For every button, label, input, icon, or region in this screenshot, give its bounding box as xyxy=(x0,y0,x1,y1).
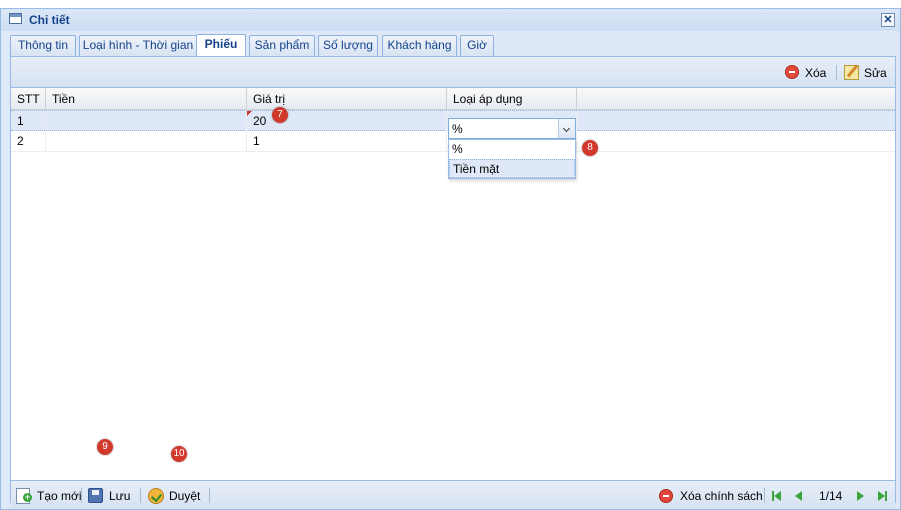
delete-policy-button[interactable]: Xóa chính sách xyxy=(659,487,763,505)
cell-tien[interactable] xyxy=(46,131,247,151)
create-new-label: Tạo mới xyxy=(37,489,82,503)
edit-icon xyxy=(844,65,859,80)
tab-phieu[interactable]: Phiếu xyxy=(196,34,246,57)
combo-value[interactable]: % xyxy=(452,122,463,136)
delete-label: Xóa xyxy=(805,66,827,80)
window-title: Chi tiết xyxy=(29,13,70,27)
combo-dropdown-list: % Tiền mặt xyxy=(448,139,576,179)
grid-toolbar: Xóa Sửa xyxy=(11,57,895,88)
window-title-bar[interactable]: Chi tiết ✕ xyxy=(1,9,900,31)
cell-gia-tri[interactable]: 1 xyxy=(247,131,447,151)
next-page-icon[interactable] xyxy=(857,491,864,501)
tab-khach-hang[interactable]: Khách hàng xyxy=(382,35,457,56)
step-marker-9: 9 xyxy=(97,439,113,455)
detail-window: Chi tiết ✕ Thông tin Loại hình - Thời gi… xyxy=(0,8,901,510)
edit-label: Sửa xyxy=(864,66,887,80)
step-marker-10: 10 xyxy=(171,446,187,462)
dirty-flag-icon xyxy=(247,111,252,116)
tab-san-pham[interactable]: Sản phẩm xyxy=(249,35,315,56)
chevron-down-icon[interactable] xyxy=(558,119,575,138)
grid-header: STT Tiền Giá trị Loại áp dụng xyxy=(11,88,895,110)
tab-panel: Xóa Sửa STT Tiền Giá trị Loại áp dụng 1 … xyxy=(10,56,896,509)
cell-stt[interactable]: 1 xyxy=(11,111,46,131)
dropdown-option-tien-mat[interactable]: Tiền mặt xyxy=(449,159,575,178)
delete-icon xyxy=(659,489,673,503)
delete-policy-label: Xóa chính sách xyxy=(680,489,763,503)
approve-icon xyxy=(148,488,164,504)
cell-stt[interactable]: 2 xyxy=(11,131,46,151)
create-new-button[interactable]: Tạo mới xyxy=(16,487,82,505)
step-marker-7: 7 xyxy=(272,107,288,123)
first-page-icon[interactable] xyxy=(774,491,781,501)
cell-tien[interactable] xyxy=(46,111,247,131)
bottom-toolbar: Tạo mới Lưu Duyệt Xóa chính sách 1/14 xyxy=(11,480,895,509)
toolbar-separator xyxy=(140,488,141,503)
save-icon xyxy=(88,488,103,503)
approve-label: Duyệt xyxy=(169,489,201,503)
last-page-bar-icon[interactable] xyxy=(885,491,887,501)
tab-thong-tin[interactable]: Thông tin xyxy=(10,35,76,56)
save-button[interactable]: Lưu xyxy=(88,487,132,505)
toolbar-separator xyxy=(764,488,765,503)
toolbar-separator xyxy=(836,65,837,80)
save-label: Lưu xyxy=(109,489,131,503)
delete-icon xyxy=(785,65,799,79)
edit-button[interactable]: Sửa xyxy=(844,65,890,81)
loai-ap-dung-combo[interactable]: % xyxy=(448,118,576,139)
approve-button[interactable]: Duyệt xyxy=(148,487,204,505)
dropdown-option-percent[interactable]: % xyxy=(449,140,575,159)
window-icon xyxy=(9,13,22,24)
toolbar-separator xyxy=(209,488,210,503)
step-marker-8: 8 xyxy=(582,140,598,156)
cell-gia-tri-value: 20 xyxy=(253,114,267,128)
new-document-icon xyxy=(16,488,32,504)
last-page-icon[interactable] xyxy=(878,491,885,501)
tab-so-luong[interactable]: Số lượng xyxy=(318,35,378,56)
tab-gio[interactable]: Giờ xyxy=(460,35,494,56)
column-header-stt[interactable]: STT xyxy=(11,88,46,110)
column-header-loai-ap-dung[interactable]: Loại áp dụng xyxy=(447,88,577,110)
tab-loai-hinh-thoi-gian[interactable]: Loại hình - Thời gian xyxy=(79,35,197,56)
column-header-tien[interactable]: Tiền xyxy=(46,88,247,110)
toolbar-separator xyxy=(81,488,82,503)
page-info: 1/14 xyxy=(819,489,843,503)
delete-button[interactable]: Xóa xyxy=(785,65,831,81)
prev-page-icon[interactable] xyxy=(795,491,802,501)
close-icon[interactable]: ✕ xyxy=(881,13,895,27)
